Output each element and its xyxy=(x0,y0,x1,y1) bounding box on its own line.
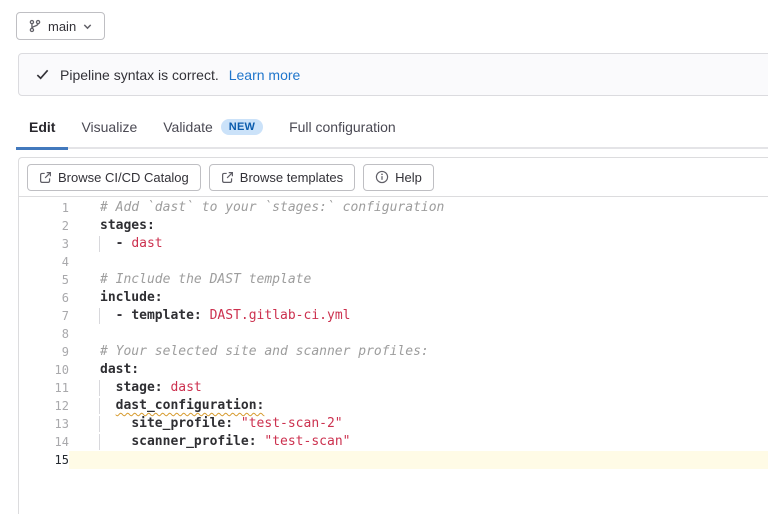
line-number: 7 xyxy=(61,309,69,323)
browse-templates-label: Browse templates xyxy=(239,169,344,185)
code-text[interactable]: # Your selected site and scanner profile… xyxy=(69,343,768,361)
line-number: 1 xyxy=(61,201,69,215)
code-line: 5 # Include the DAST template xyxy=(19,271,768,289)
code-text[interactable]: - dast xyxy=(69,235,768,253)
browse-catalog-label: Browse CI/CD Catalog xyxy=(58,169,189,185)
code-text[interactable]: stage: dast xyxy=(69,379,768,397)
code-editor[interactable]: 1 # Add `dast` to your `stages:` configur… xyxy=(19,197,768,469)
code-text[interactable]: site_profile: "test-scan-2" xyxy=(69,415,768,433)
code-line: 12 dast_configuration: xyxy=(19,397,768,415)
branch-selector-button[interactable]: main xyxy=(16,12,106,40)
line-number: 15 xyxy=(54,453,69,467)
line-number: 9 xyxy=(61,345,69,359)
code-text[interactable]: dast: xyxy=(69,361,768,379)
line-number: 11 xyxy=(54,381,69,395)
code-text[interactable]: scanner_profile: "test-scan" xyxy=(69,433,768,451)
tab-validate[interactable]: Validate NEW xyxy=(150,107,276,150)
browse-templates-button[interactable]: Browse templates xyxy=(208,163,356,191)
pipeline-editor-page: main Pipeline syntax is correct. Learn m… xyxy=(0,0,768,514)
code-text[interactable]: include: xyxy=(69,289,768,307)
external-link-icon xyxy=(221,171,234,184)
code-text[interactable]: - template: DAST.gitlab-ci.yml xyxy=(69,307,768,325)
editor-toolbar: Browse CI/CD Catalog Browse templates He… xyxy=(19,158,768,197)
line-number: 6 xyxy=(61,291,69,305)
tab-visualize[interactable]: Visualize xyxy=(68,107,150,150)
code-text[interactable] xyxy=(69,253,768,271)
line-number: 8 xyxy=(61,327,69,341)
line-number: 5 xyxy=(61,273,69,287)
alert-message: Pipeline syntax is correct. xyxy=(60,66,219,83)
browse-catalog-button[interactable]: Browse CI/CD Catalog xyxy=(27,163,201,191)
line-number: 13 xyxy=(54,417,69,431)
chevron-down-icon xyxy=(82,21,93,32)
line-number: 3 xyxy=(61,237,69,251)
line-number: 12 xyxy=(54,399,69,413)
code-text[interactable]: # Add `dast` to your `stages:` configura… xyxy=(69,199,768,217)
branch-name-label: main xyxy=(48,18,77,34)
line-number: 14 xyxy=(54,435,69,449)
tab-full-configuration[interactable]: Full configuration xyxy=(276,107,409,150)
line-number: 2 xyxy=(61,219,69,233)
code-line: 11 stage: dast xyxy=(19,379,768,397)
editor-container: Browse CI/CD Catalog Browse templates He… xyxy=(18,157,768,514)
code-text[interactable] xyxy=(69,451,768,469)
editor-tabs: Edit Visualize Validate NEW Full configurati… xyxy=(16,105,768,150)
line-number: 10 xyxy=(54,363,69,377)
code-text[interactable] xyxy=(69,325,768,343)
check-icon xyxy=(35,67,50,82)
external-link-icon xyxy=(39,171,52,184)
help-button[interactable]: Help xyxy=(363,163,434,191)
info-icon xyxy=(375,170,389,184)
learn-more-link[interactable]: Learn more xyxy=(229,67,301,83)
tab-label: Edit xyxy=(29,118,56,135)
code-line: 9 # Your selected site and scanner profil… xyxy=(19,343,768,361)
tab-label: Full configuration xyxy=(289,118,396,135)
code-line: 3 - dast xyxy=(19,235,768,253)
code-text[interactable]: stages: xyxy=(69,217,768,235)
new-badge: NEW xyxy=(220,118,264,135)
tab-edit[interactable]: Edit xyxy=(16,107,69,150)
branch-row: main xyxy=(0,0,768,40)
code-line: 14 scanner_profile: "test-scan" xyxy=(19,433,768,451)
help-label: Help xyxy=(395,169,422,185)
code-line: 6 include: xyxy=(19,289,768,307)
code-line: 8 xyxy=(19,325,768,343)
code-line: 2 stages: xyxy=(19,217,768,235)
pipeline-status-alert: Pipeline syntax is correct. Learn more xyxy=(18,53,768,96)
git-branch-icon xyxy=(28,19,42,33)
code-line: 10 dast: xyxy=(19,361,768,379)
code-line: 15 xyxy=(19,451,768,469)
code-line: 1 # Add `dast` to your `stages:` configur… xyxy=(19,199,768,217)
tab-label: Visualize xyxy=(81,118,138,135)
code-line: 7 - template: DAST.gitlab-ci.yml xyxy=(19,307,768,325)
code-text[interactable]: dast_configuration: xyxy=(69,397,768,415)
code-line: 4 xyxy=(19,253,768,271)
tab-label: Validate xyxy=(163,118,213,135)
code-line: 13 site_profile: "test-scan-2" xyxy=(19,415,768,433)
line-number: 4 xyxy=(61,255,69,269)
code-text[interactable]: # Include the DAST template xyxy=(69,271,768,289)
